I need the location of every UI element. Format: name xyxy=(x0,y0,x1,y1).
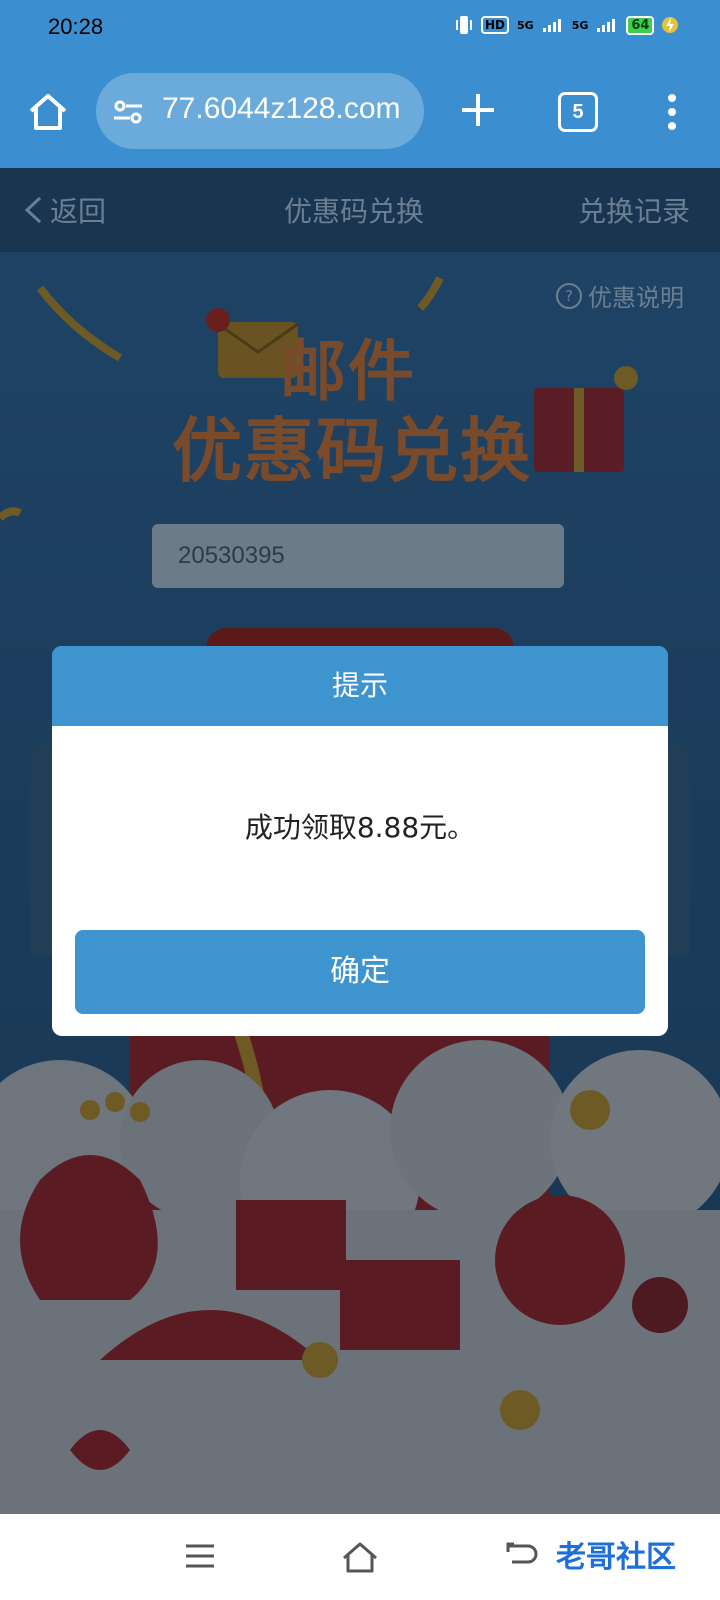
help-link[interactable]: ? 优惠说明 xyxy=(556,278,684,313)
url-text[interactable]: 77.6044z128.com xyxy=(162,92,401,126)
chevron-left-icon xyxy=(24,196,42,224)
festive-clouds-illustration xyxy=(0,1030,720,1514)
status-time: 20:28 xyxy=(48,14,104,39)
coupon-code-input[interactable]: 20530395 xyxy=(152,524,564,588)
home-icon[interactable] xyxy=(26,90,70,134)
vibrate-icon xyxy=(456,16,472,34)
records-link[interactable]: 兑换记录 xyxy=(578,190,690,230)
network-label-2: 5G xyxy=(571,18,589,32)
help-label: 优惠说明 xyxy=(588,284,684,312)
battery-indicator: 64 xyxy=(626,15,655,35)
site-settings-icon[interactable] xyxy=(112,96,144,128)
watermark-logo: 老哥社区 xyxy=(556,1540,676,1575)
alert-dialog: 提示 成功领取8.88元。 确定 xyxy=(52,646,668,1036)
headline-line2: 优惠码兑换 xyxy=(172,410,532,492)
hd-badge: HD xyxy=(481,16,510,34)
back-button[interactable]: 返回 xyxy=(22,190,106,230)
dialog-title: 提示 xyxy=(52,646,668,726)
question-icon: ? xyxy=(556,282,582,309)
system-icons: HD 5G 5G 64 xyxy=(455,14,679,36)
back-label: 返回 xyxy=(50,195,107,228)
dialog-message: 成功领取8.88元。 xyxy=(244,811,476,844)
signal-icon-2 xyxy=(597,19,616,32)
page-title: 优惠码兑换 xyxy=(284,195,425,228)
nav-back-icon[interactable] xyxy=(504,1540,538,1572)
confirm-button[interactable]: 确定 xyxy=(75,930,645,1014)
recent-apps-icon[interactable] xyxy=(184,1542,216,1570)
charging-icon xyxy=(662,17,679,33)
nav-home-icon[interactable] xyxy=(340,1540,380,1574)
new-tab-icon[interactable] xyxy=(456,88,500,132)
tab-switcher-button[interactable]: 5 xyxy=(558,92,598,132)
more-menu-icon[interactable] xyxy=(662,92,682,132)
signal-icon-1 xyxy=(542,19,561,32)
network-label-1: 5G xyxy=(517,18,534,32)
